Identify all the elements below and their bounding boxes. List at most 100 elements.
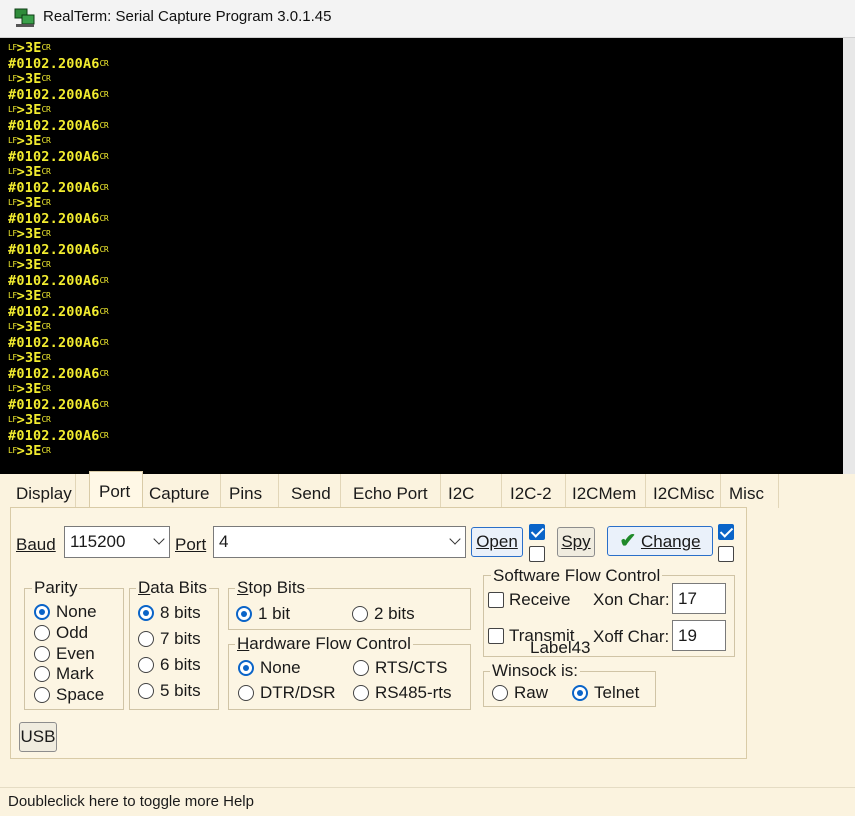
xoff-input[interactable]: 19 (672, 620, 726, 651)
terminal-text: #0102.200A6 (8, 86, 100, 103)
terminal-line: #0102.200A6CR (8, 179, 109, 196)
tab-pins[interactable]: Pins (223, 474, 279, 508)
tab-capture[interactable]: Capture (143, 474, 221, 508)
terminal-line: LF>3ECR (8, 319, 51, 335)
control-char-cr: CR (41, 322, 51, 331)
terminal-line: #0102.200A6CR (8, 366, 109, 382)
open-button[interactable]: Open (471, 527, 523, 557)
control-char-lf: LF (8, 322, 17, 331)
terminal-text: >3E (16, 71, 42, 87)
spy-button[interactable]: Spy (557, 527, 595, 557)
terminal-line: #0102.200A6CR (8, 304, 109, 320)
port-select[interactable]: 4 (213, 526, 466, 558)
hw-flow-rts-cts-label: RTS/CTS (375, 658, 448, 677)
hw-flow-none-radio[interactable] (238, 660, 254, 676)
tab-i2c[interactable]: I2C (442, 474, 502, 508)
hardware-flow-title: Hardware Flow Control (235, 634, 413, 654)
tab-port[interactable]: Port (89, 471, 143, 508)
open-secondary-checkbox[interactable] (529, 546, 545, 562)
control-char-cr: CR (41, 229, 51, 238)
hw-flow-none-label: None (260, 658, 301, 677)
winsock-title: Winsock is: (490, 661, 580, 681)
data-bits-8-label: 8 bits (160, 603, 201, 622)
data-bits-5-radio[interactable] (138, 683, 154, 699)
window-title: RealTerm: Serial Capture Program 3.0.1.4… (43, 8, 332, 25)
change-button[interactable]: ✔ Change (607, 526, 713, 556)
receive-checkbox[interactable] (488, 592, 504, 608)
chevron-down-icon (449, 533, 461, 545)
terminal-text: >3E (16, 102, 42, 118)
tab-i2cmem[interactable]: I2CMem (566, 474, 646, 508)
realterm-app-icon (14, 8, 35, 27)
terminal-text: #0102.200A6 (8, 396, 100, 413)
terminal-text: #0102.200A6 (8, 148, 100, 165)
terminal-line: #0102.200A6CR (8, 241, 109, 258)
control-char-cr: CR (99, 368, 109, 378)
data-bits-6-radio[interactable] (138, 657, 154, 673)
xon-label: Xon Char: (593, 590, 670, 609)
tab-i2c-2[interactable]: I2C-2 (504, 474, 566, 508)
terminal-line: LF>3ECR (8, 195, 51, 211)
terminal-text: >3E (16, 133, 42, 149)
terminal-text: #0102.200A6 (8, 334, 100, 351)
terminal-output[interactable]: LF>3ECR #0102.200A6CR LF>3ECR #0102.200A6CR… (0, 38, 855, 474)
terminal-line: LF>3ECR (8, 443, 51, 459)
terminal-text: #0102.200A6 (8, 241, 100, 258)
control-char-cr: CR (41, 198, 51, 207)
control-char-cr: CR (99, 430, 109, 440)
terminal-text: #0102.200A6 (8, 179, 100, 196)
data-bits-8-radio[interactable] (138, 605, 154, 621)
hw-flow-rs485-radio[interactable] (353, 685, 369, 701)
usb-button[interactable]: USB (19, 722, 57, 752)
terminal-text: #0102.200A6 (8, 117, 100, 134)
control-char-cr: CR (41, 415, 51, 424)
change-checkbox[interactable] (718, 524, 734, 540)
port-label: Port (175, 535, 207, 554)
stop-bits-2-radio[interactable] (352, 606, 368, 622)
tab-misc[interactable]: Misc (723, 474, 779, 508)
hw-flow-dtr-dsr-radio[interactable] (238, 685, 254, 701)
terminal-line: LF>3ECR (8, 257, 51, 273)
terminal-line: #0102.200A6CR (8, 211, 109, 227)
hw-flow-rs485-label: RS485-rts (375, 683, 452, 702)
control-char-cr: CR (99, 182, 109, 192)
parity-none-label: None (56, 602, 97, 621)
terminal-text: >3E (16, 412, 42, 428)
help-status-bar[interactable]: Doubleclick here to toggle more Help (0, 787, 855, 813)
terminal-line: #0102.200A6CR (8, 86, 109, 103)
control-char-cr: CR (99, 213, 109, 223)
parity-odd-radio[interactable] (34, 624, 50, 641)
terminal-line: #0102.200A6CR (8, 396, 109, 413)
port-panel: Baud 115200 Port 4 Open Spy ✔ Change Par… (10, 507, 747, 759)
tab-display[interactable]: Display (10, 474, 76, 508)
open-checkbox[interactable] (529, 524, 545, 540)
control-char-cr: CR (99, 275, 109, 285)
terminal-line: LF>3ECR (8, 381, 51, 397)
xoff-label: Xoff Char: (593, 627, 670, 646)
tab-i2cmisc[interactable]: I2CMisc (647, 474, 721, 508)
terminal-line: #0102.200A6CR (8, 56, 109, 72)
control-char-cr: CR (41, 291, 51, 300)
hw-flow-rts-cts-radio[interactable] (353, 660, 369, 676)
control-char-cr: CR (41, 353, 51, 362)
winsock-raw-label: Raw (514, 683, 549, 702)
terminal-text: >3E (16, 288, 42, 304)
change-secondary-checkbox[interactable] (718, 546, 734, 562)
parity-even-radio[interactable] (34, 645, 50, 662)
winsock-raw-radio[interactable] (492, 685, 508, 701)
control-char-lf: LF (8, 229, 17, 238)
xon-input[interactable]: 17 (672, 583, 726, 614)
control-char-cr: CR (41, 43, 51, 52)
winsock-telnet-radio[interactable] (572, 685, 588, 701)
tab-echo-port[interactable]: Echo Port (347, 474, 441, 508)
control-char-lf: LF (8, 198, 17, 207)
parity-none-radio[interactable] (34, 604, 50, 620)
control-char-cr: CR (41, 136, 51, 145)
control-char-lf: LF (8, 43, 17, 52)
stop-bits-1-radio[interactable] (236, 606, 252, 622)
transmit-checkbox[interactable] (488, 628, 504, 644)
data-bits-7-radio[interactable] (138, 631, 154, 647)
terminal-line: #0102.200A6CR (8, 117, 109, 134)
baud-select[interactable]: 115200 (64, 526, 170, 558)
tab-send[interactable]: Send (285, 474, 341, 508)
